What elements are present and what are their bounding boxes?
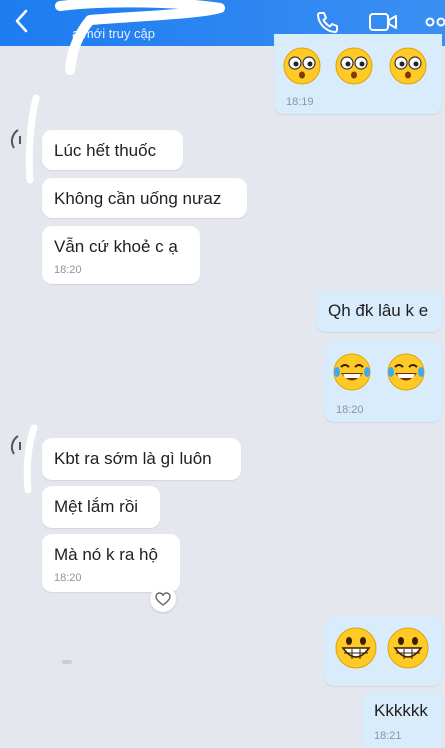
outgoing-message[interactable]: Kkkkkk 18:21: [362, 690, 442, 748]
incoming-message[interactable]: Không cần uống nưaz: [42, 178, 247, 218]
surprised-emoji-icon: [335, 47, 373, 85]
incoming-message[interactable]: Vẫn cứ khoẻ c ạ 18:20: [42, 226, 200, 284]
heart-icon: [155, 592, 171, 606]
incoming-message[interactable]: Kbt ra sớm là gì luôn: [42, 438, 241, 480]
outgoing-emoji-message[interactable]: [324, 616, 442, 686]
message-text: Vẫn cứ khoẻ c ạ: [54, 237, 178, 256]
surprised-emoji-icon: [283, 47, 321, 85]
grinning-emoji-icon: [387, 627, 429, 669]
message-text: Kbt ra sớm là gì luôn: [54, 449, 212, 468]
message-text: Mà nó k ra hộ: [54, 545, 158, 564]
laughing-tears-emoji-icon: [387, 353, 425, 391]
message-time: 18:19: [286, 96, 314, 108]
surprised-emoji-icon: [389, 47, 427, 85]
message-text: Lúc hết thuốc: [54, 141, 157, 160]
placeholder-dot: [62, 660, 72, 664]
message-time: 18:20: [336, 404, 364, 416]
name-redaction-scribble: [55, 0, 225, 75]
more-options-icon[interactable]: [424, 14, 445, 30]
phone-icon[interactable]: [314, 9, 340, 35]
message-time: 18:20: [54, 264, 82, 276]
message-text: Kkkkkk: [374, 701, 428, 720]
outgoing-emoji-message[interactable]: 18:19: [274, 34, 442, 114]
message-text: Không cần uống nưaz: [54, 189, 222, 208]
react-button[interactable]: [150, 586, 176, 612]
video-call-icon[interactable]: [368, 9, 398, 35]
message-text: Qh đk lâu k e: [328, 301, 429, 320]
incoming-message[interactable]: Mà nó k ra hộ 18:20: [42, 534, 180, 592]
laughing-tears-emoji-icon: [333, 353, 371, 391]
message-time: 18:20: [54, 572, 82, 584]
outgoing-message[interactable]: Qh đk lâu k e: [316, 290, 442, 332]
message-time: 18:21: [374, 730, 402, 742]
message-text: Mệt lắm rồi: [54, 497, 139, 516]
grinning-emoji-icon: [335, 627, 377, 669]
outgoing-emoji-message[interactable]: 18:20: [324, 340, 442, 422]
back-arrow-icon[interactable]: [10, 6, 34, 36]
incoming-message[interactable]: Mệt lắm rồi: [42, 486, 160, 528]
incoming-message[interactable]: Lúc hết thuốc: [42, 130, 183, 170]
avatar-redaction-scribble: [23, 424, 38, 494]
